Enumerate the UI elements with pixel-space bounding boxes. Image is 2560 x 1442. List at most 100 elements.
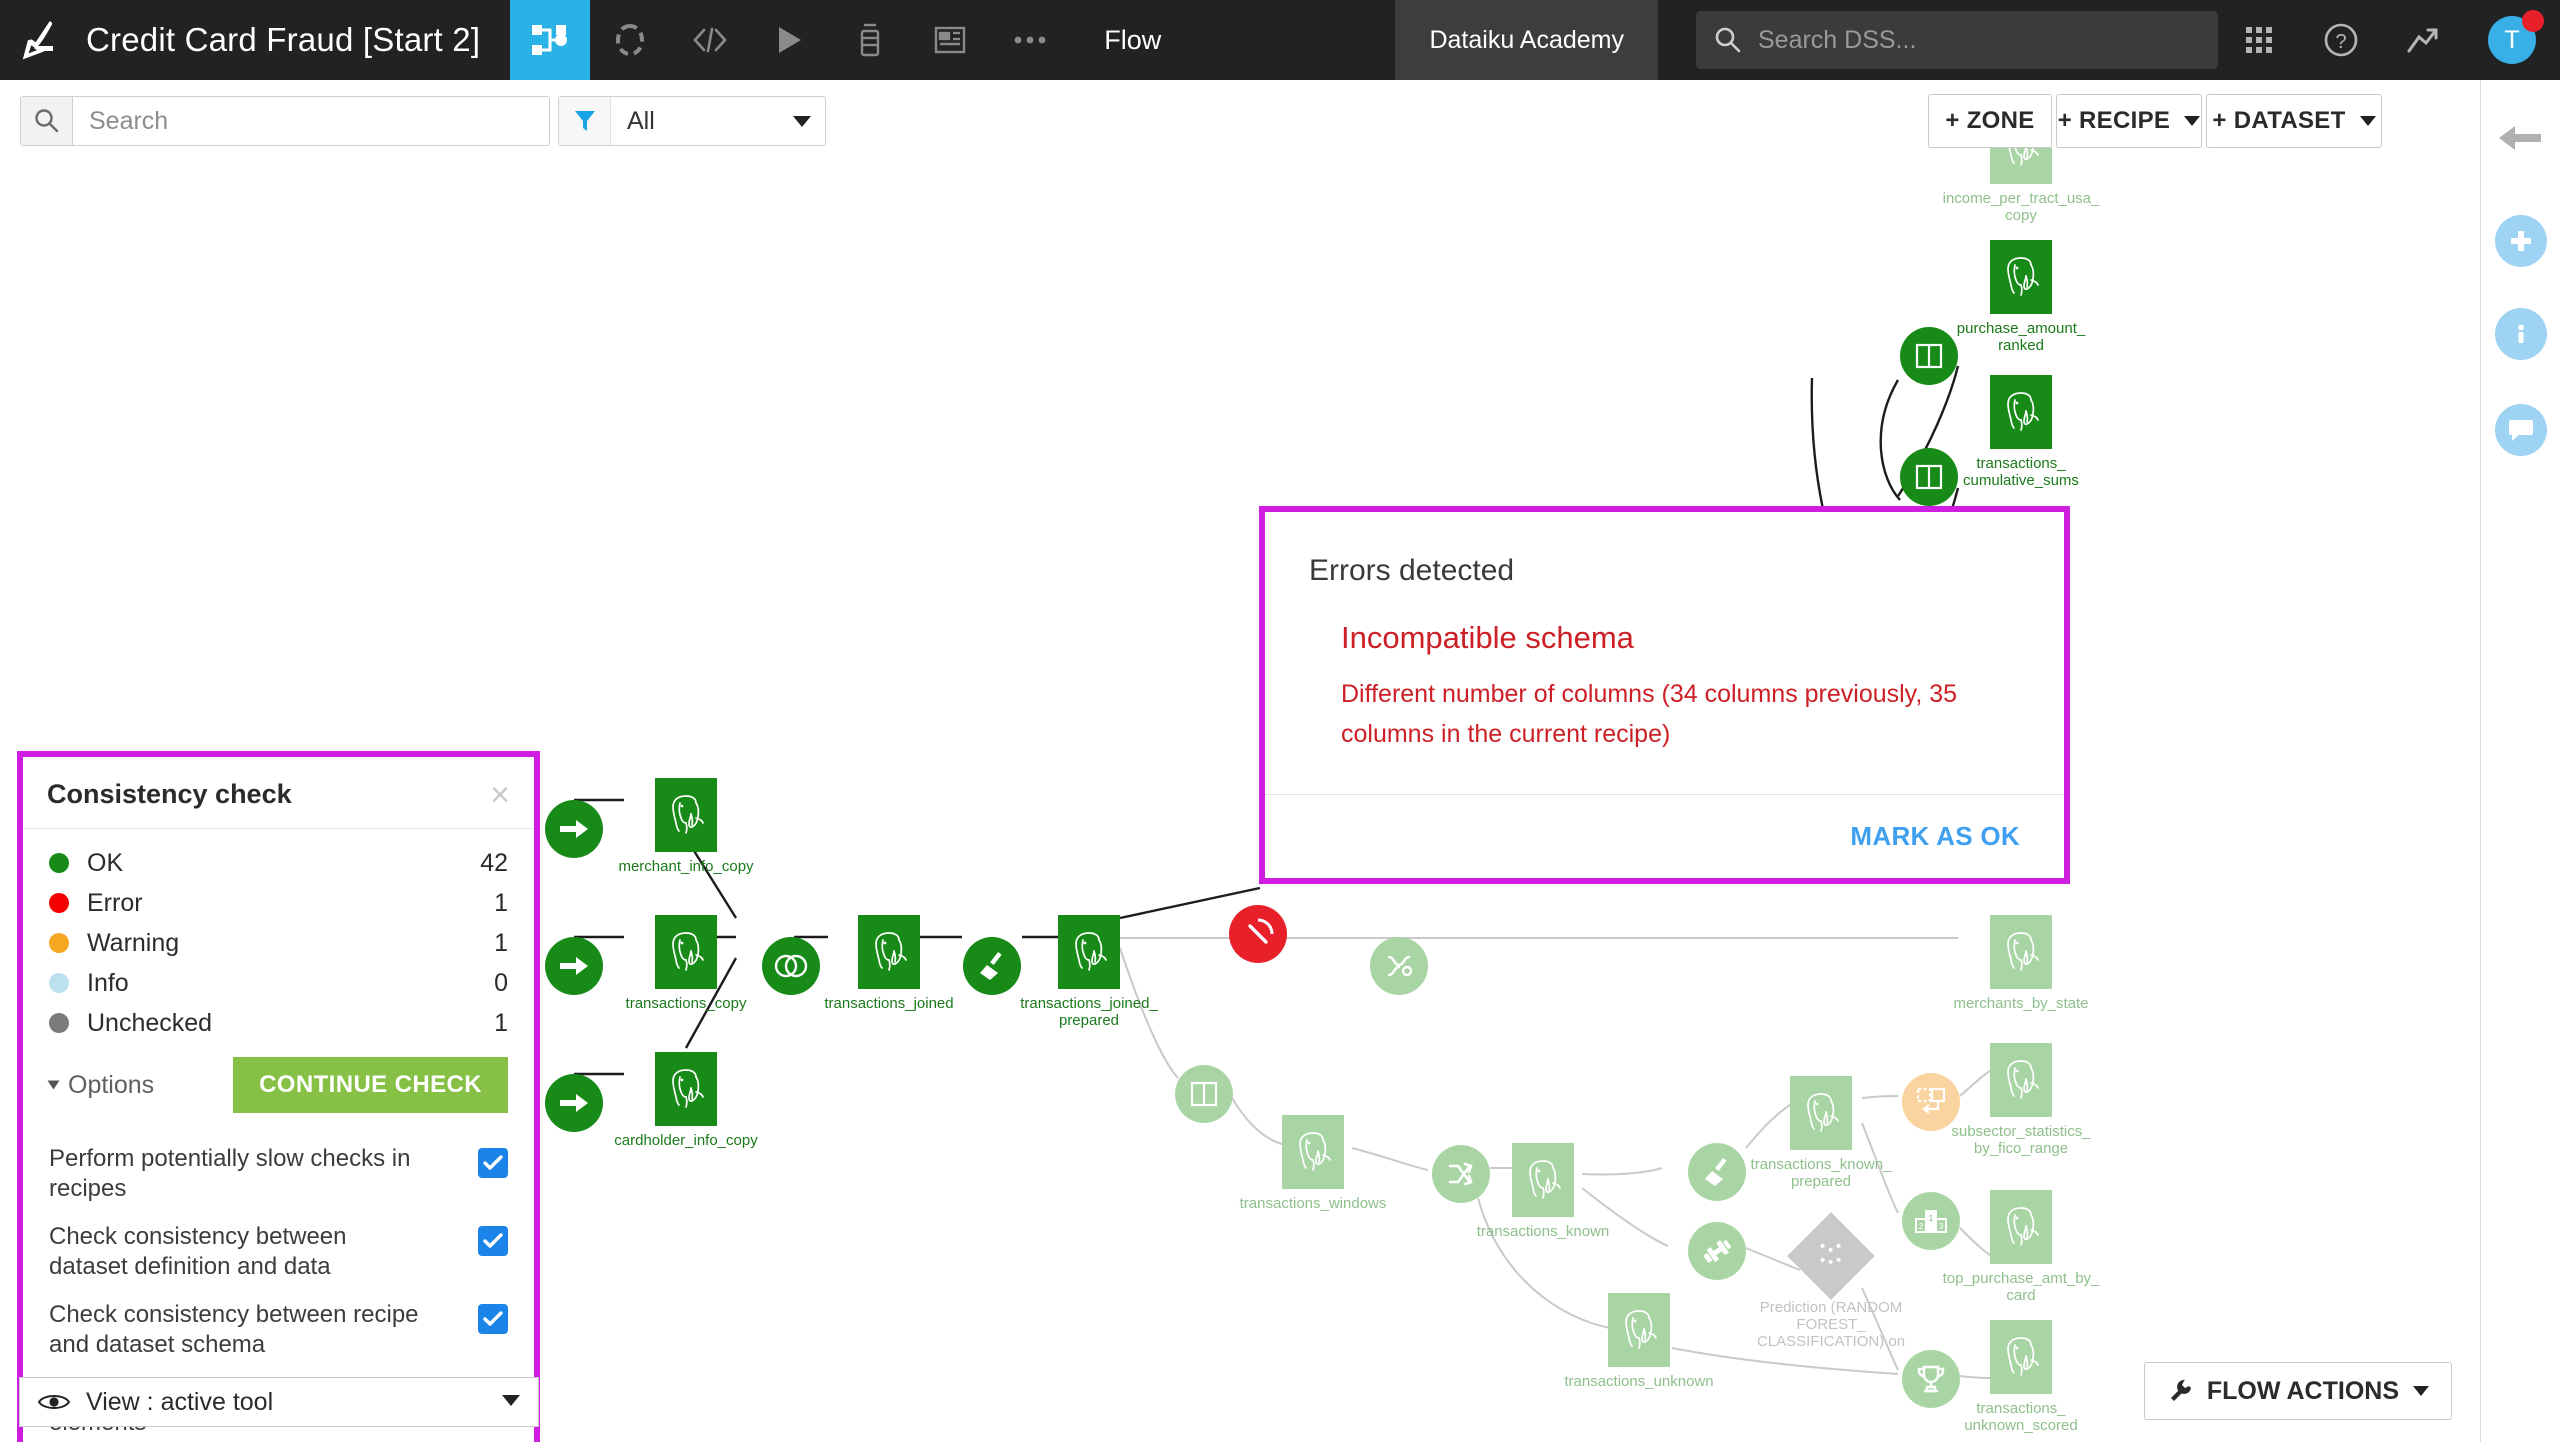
close-icon[interactable]: × <box>490 778 510 812</box>
option-checkbox-row[interactable]: Check consistency between dataset defini… <box>49 1213 508 1291</box>
view-mode-selector[interactable]: View : active tool <box>19 1377 539 1427</box>
arrow-left-icon[interactable] <box>2498 122 2543 159</box>
consistency-status-list: OK 42 Error 1 Warning 1 Info 0 Unchecked 1 <box>23 829 534 1049</box>
more-menu-icon[interactable] <box>990 0 1070 80</box>
pivot-icon <box>1902 1073 1960 1131</box>
flow-dataset-node[interactable]: purchase_amount_ ranked <box>1957 240 2085 354</box>
saved-model-icon <box>1787 1212 1875 1300</box>
consistency-options-row: Options CONTINUE CHECK <box>23 1049 534 1123</box>
project-title[interactable]: Credit Card Fraud [Start 2] <box>86 21 480 59</box>
dataiku-academy-button[interactable]: Dataiku Academy <box>1395 0 1658 80</box>
funnel-icon <box>559 97 611 145</box>
user-avatar[interactable]: T <box>2464 0 2560 80</box>
flow-recipe-node[interactable] <box>1688 1222 1746 1280</box>
status-row[interactable]: OK 42 <box>49 843 508 883</box>
flow-dataset-node[interactable]: transactions_windows <box>1240 1115 1386 1212</box>
error-title: Incompatible schema <box>1341 620 1634 655</box>
trend-arrow-icon[interactable] <box>2382 0 2464 80</box>
status-label: Error <box>87 888 143 917</box>
flow-dataset-node[interactable]: transactions_ unknown_scored <box>1964 1320 2078 1434</box>
join-icon <box>762 937 820 995</box>
flow-recipe-node[interactable] <box>545 1074 603 1132</box>
flow-dataset-node[interactable]: transactions_unknown <box>1564 1293 1714 1390</box>
sync-arrow-icon <box>545 937 603 995</box>
help-question-icon[interactable]: ? <box>2300 0 2382 80</box>
consistency-check-title: Consistency check <box>47 779 292 809</box>
flow-filter-dropdown[interactable]: All <box>558 96 826 146</box>
info-circle-icon[interactable] <box>2494 308 2547 360</box>
flow-search-input[interactable]: Search <box>20 96 550 146</box>
continue-check-button[interactable]: CONTINUE CHECK <box>233 1057 508 1113</box>
flow-recipe-node[interactable] <box>1229 905 1287 963</box>
error-description: Different number of columns (34 columns … <box>1341 680 1958 748</box>
flow-recipe-node[interactable] <box>1900 448 1958 506</box>
status-row[interactable]: Unchecked 1 <box>49 1003 508 1043</box>
add-zone-button[interactable]: + ZONE <box>1928 94 2052 148</box>
option-checkbox[interactable] <box>478 1148 508 1178</box>
status-row[interactable]: Warning 1 <box>49 923 508 963</box>
flow-dataset-node[interactable]: transactions_joined <box>824 915 954 1012</box>
flow-recipe-node[interactable] <box>545 937 603 995</box>
option-checkbox-row[interactable]: Perform potentially slow checks in recip… <box>49 1135 508 1213</box>
postgresql-dataset-icon <box>1790 1076 1852 1150</box>
global-search-input[interactable]: Search DSS... <box>1696 11 2218 69</box>
status-row[interactable]: Error 1 <box>49 883 508 923</box>
jobs-run-icon[interactable] <box>830 0 910 80</box>
add-dataset-button[interactable]: + DATASET <box>2206 94 2382 148</box>
search-icon <box>1715 27 1741 53</box>
flow-dataset-node[interactable]: merchant_info_copy <box>618 778 754 875</box>
flow-recipe-node[interactable] <box>1900 327 1958 385</box>
dataiku-bird-logo-icon[interactable] <box>0 0 80 80</box>
flow-dataset-node[interactable]: subsector_statistics_ by_fico_range <box>1951 1043 2091 1157</box>
postgresql-dataset-icon <box>1608 1293 1670 1367</box>
flow-dataset-node[interactable]: transactions_known <box>1477 1143 1609 1240</box>
flow-recipe-node[interactable] <box>1432 1145 1490 1203</box>
flow-actions-button[interactable]: FLOW ACTIONS <box>2143 1362 2452 1420</box>
add-recipe-button[interactable]: + RECIPE <box>2056 94 2202 148</box>
postgresql-dataset-icon <box>1990 1190 2052 1264</box>
flow-dataset-node[interactable]: transactions_copy <box>626 915 746 1012</box>
option-checkbox-row[interactable]: Check consistency between recipe and dat… <box>49 1291 508 1369</box>
postgresql-icon <box>672 1069 704 1108</box>
svg-text:1: 1 <box>1929 1214 1934 1223</box>
flow-recipe-node[interactable] <box>1175 1065 1233 1123</box>
flow-recipe-node[interactable] <box>963 937 1021 995</box>
automation-icon[interactable] <box>750 0 830 80</box>
flow-search-field[interactable]: Search <box>73 97 549 145</box>
flow-dataset-node[interactable]: transactions_known_ prepared <box>1751 1076 1891 1190</box>
flow-dataset-node[interactable]: income_per_tract_usa_ copy <box>1943 148 2099 224</box>
flow-recipe-node[interactable] <box>762 937 820 995</box>
nav-icon-group <box>510 0 1070 80</box>
lab-icon[interactable] <box>590 0 670 80</box>
status-row[interactable]: Info 0 <box>49 963 508 1003</box>
flow-dataset-node[interactable]: top_purchase_amt_by_ card <box>1943 1190 2099 1304</box>
postgresql-icon <box>2007 932 2039 971</box>
topnav-right-group: Dataiku Academy Search DSS... ? T <box>1395 0 2560 80</box>
grid-apps-icon[interactable] <box>2218 0 2300 80</box>
flow-model-node[interactable]: Prediction (RANDOM FOREST_ CLASSIFICATIO… <box>1757 1212 1905 1350</box>
flow-recipe-node[interactable]: 12 3 <box>1902 1192 1960 1250</box>
dashboard-icon[interactable] <box>910 0 990 80</box>
top-navigation-bar: Credit Card Fraud [Start 2] Flow Dataiku… <box>0 0 2560 80</box>
plus-circle-icon[interactable] <box>2494 215 2547 267</box>
option-checkbox[interactable] <box>478 1226 508 1256</box>
flow-dataset-node[interactable]: cardholder_info_copy <box>614 1052 758 1149</box>
flow-icon[interactable] <box>510 0 591 80</box>
postgresql-icon <box>2007 1207 2039 1246</box>
svg-text:3: 3 <box>1939 1222 1944 1231</box>
flow-dataset-node[interactable]: merchants_by_state <box>1953 915 2089 1012</box>
flow-dataset-node[interactable]: transactions_ cumulative_sums <box>1963 375 2079 489</box>
podium-icon: 12 3 <box>1902 1192 1960 1250</box>
flow-recipe-node[interactable] <box>1902 1073 1960 1131</box>
mark-as-ok-button[interactable]: MARK AS OK <box>1850 821 2020 852</box>
option-checkbox[interactable] <box>478 1304 508 1334</box>
flow-recipe-node[interactable] <box>1688 1143 1746 1201</box>
options-toggle[interactable]: Options <box>47 1071 154 1100</box>
flow-recipe-node[interactable] <box>545 800 603 858</box>
code-icon[interactable] <box>670 0 750 80</box>
flow-dataset-node[interactable]: transactions_joined_ prepared <box>1020 915 1158 1029</box>
chat-bubble-icon[interactable] <box>2494 404 2547 456</box>
flow-filter-value: All <box>627 106 655 135</box>
flow-recipe-node[interactable] <box>1902 1350 1960 1408</box>
flow-recipe-node[interactable] <box>1370 937 1428 995</box>
